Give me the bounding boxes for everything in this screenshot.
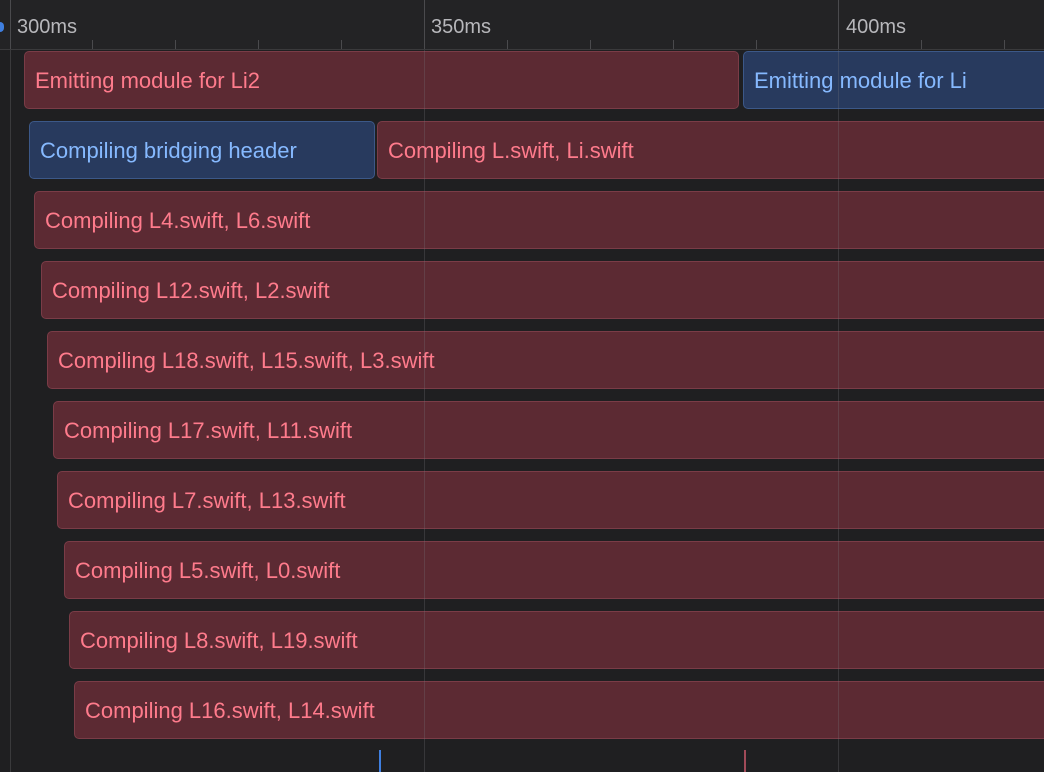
ruler-major-tick (424, 0, 425, 49)
task-bar-compile[interactable]: Compiling L5.swift, L0.swift (64, 541, 1044, 599)
ruler-minor-tick (921, 40, 922, 49)
ruler-major-tick (838, 0, 839, 49)
ruler-minor-tick (507, 40, 508, 49)
task-bar-compile[interactable]: Compiling L12.swift, L2.swift (41, 261, 1044, 319)
ruler-major-tick (10, 0, 11, 49)
swift-task-marker (744, 750, 746, 772)
task-bar-compile[interactable]: Compiling L18.swift, L15.swift, L3.swift (47, 331, 1044, 389)
ruler-label: 300ms (17, 16, 78, 38)
ruler-minor-tick (590, 40, 591, 49)
task-bar-compile[interactable]: Compiling L16.swift, L14.swift (74, 681, 1044, 739)
lane-guide (10, 50, 11, 772)
task-bar-compile[interactable]: Compiling L7.swift, L13.swift (57, 471, 1044, 529)
ruler-minor-tick (1004, 40, 1005, 49)
ruler-label: 350ms (431, 16, 492, 38)
ruler-minor-tick (258, 40, 259, 49)
task-bar-compile[interactable]: Compiling L4.swift, L6.swift (34, 191, 1044, 249)
task-bar-compile[interactable]: Compiling L17.swift, L11.swift (53, 401, 1044, 459)
task-bar-emit-module-li[interactable]: Emitting module for Li (743, 51, 1044, 109)
ruler-minor-tick (92, 40, 93, 49)
bridging-task-marker (379, 750, 381, 772)
task-bar-compile[interactable]: Compiling L8.swift, L19.swift (69, 611, 1044, 669)
ruler-label: 400ms (846, 16, 907, 38)
ruler-minor-tick (175, 40, 176, 49)
ruler-minor-tick (673, 40, 674, 49)
ruler-minor-tick (756, 40, 757, 49)
task-bar-compile[interactable]: Compiling L.swift, Li.swift (377, 121, 1044, 179)
build-timeline[interactable]: 300ms 350ms 400ms Emitting module for Li… (0, 0, 1044, 772)
task-bar-bridging-header[interactable]: Compiling bridging header (29, 121, 375, 179)
task-bar-emit-module-li2[interactable]: Emitting module for Li2 (24, 51, 739, 109)
ruler-minor-tick (341, 40, 342, 49)
time-ruler[interactable]: 300ms 350ms 400ms (0, 0, 1044, 50)
playhead-handle[interactable] (0, 22, 4, 32)
